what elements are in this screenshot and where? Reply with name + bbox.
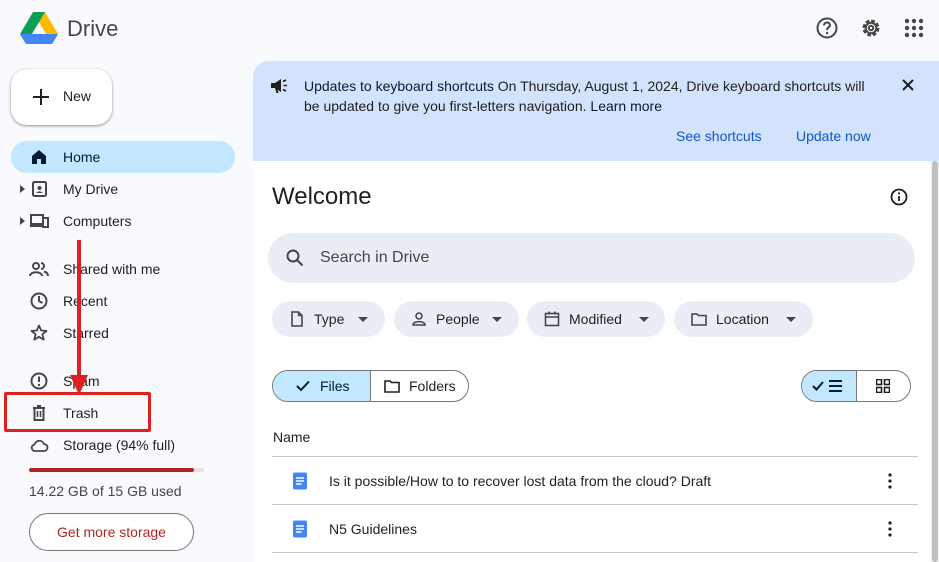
- file-icon: [291, 311, 303, 327]
- filter-label: People: [436, 311, 480, 327]
- plus-icon: [33, 89, 49, 105]
- learn-more-link[interactable]: Learn more: [590, 98, 662, 114]
- home-icon: [32, 150, 46, 164]
- docs-icon: [293, 520, 307, 538]
- storage-used-text: 14.22 GB of 15 GB used: [29, 483, 182, 499]
- chevron-down-icon: [492, 317, 502, 322]
- column-header-name[interactable]: Name: [273, 429, 310, 445]
- more-vert-icon[interactable]: [888, 521, 892, 537]
- banner-title: Updates to keyboard shortcuts: [304, 78, 494, 94]
- clock-icon: [30, 292, 48, 310]
- top-bar: Drive: [0, 0, 939, 60]
- megaphone-icon: [271, 79, 287, 93]
- filter-location-chip[interactable]: Location: [674, 301, 813, 337]
- file-row[interactable]: Is it possible/How to to recover lost da…: [272, 456, 918, 504]
- drive-app: Drive New Home My Drive Computers Shared…: [0, 0, 939, 562]
- new-button-label: New: [63, 88, 92, 104]
- file-row[interactable]: N5 Guidelines: [272, 504, 918, 552]
- scrollbar-thumb[interactable]: [932, 161, 938, 562]
- brand-name: Drive: [67, 16, 119, 41]
- filter-label: Type: [314, 311, 345, 327]
- sidebar-item-shared-with-me[interactable]: Shared with me: [11, 253, 235, 285]
- sidebar-item-label: My Drive: [63, 181, 119, 197]
- list-view-button[interactable]: [802, 371, 857, 401]
- drive-logo-icon[interactable]: [20, 12, 58, 46]
- help-icon[interactable]: [816, 17, 838, 39]
- more-vert-icon[interactable]: [888, 473, 892, 489]
- filter-label: Location: [716, 311, 769, 327]
- my-drive-icon: [32, 181, 47, 197]
- sidebar-item-recent[interactable]: Recent: [11, 285, 235, 317]
- cloud-icon: [30, 439, 49, 452]
- search-icon: [286, 249, 304, 267]
- list-view-icon: [812, 380, 842, 392]
- storage-usage-fill: [29, 468, 194, 472]
- new-button[interactable]: New: [11, 69, 112, 125]
- filter-type-chip[interactable]: Type: [272, 301, 385, 337]
- settings-gear-icon[interactable]: [860, 17, 882, 39]
- sidebar-item-label: Storage (94% full): [63, 437, 176, 453]
- calendar-icon: [544, 311, 560, 327]
- folder-icon: [691, 313, 707, 326]
- sidebar-item-home[interactable]: Home: [11, 141, 235, 173]
- get-more-storage-button[interactable]: Get more storage: [29, 513, 194, 551]
- update-now-button[interactable]: Update now: [796, 128, 871, 144]
- main-panel: Updates to keyboard shortcuts On Thursda…: [253, 61, 939, 562]
- info-icon[interactable]: [890, 188, 908, 206]
- file-name: N5 Guidelines: [329, 521, 417, 537]
- file-name: Is it possible/How to to recover lost da…: [329, 473, 712, 489]
- people-icon: [29, 262, 49, 277]
- sidebar-item-starred[interactable]: Starred: [11, 317, 235, 349]
- files-label: Files: [320, 378, 350, 394]
- search-bar[interactable]: Search in Drive: [268, 233, 915, 283]
- expand-caret-icon[interactable]: [20, 185, 25, 193]
- chevron-down-icon: [786, 317, 796, 322]
- shortcuts-banner: Updates to keyboard shortcuts On Thursda…: [253, 61, 939, 161]
- computers-icon: [30, 214, 49, 228]
- banner-message: Updates to keyboard shortcuts On Thursda…: [304, 76, 869, 116]
- filter-label: Modified: [569, 311, 622, 327]
- storage-usage-bar: [29, 468, 204, 472]
- files-folders-toggle: Files Folders: [272, 370, 469, 402]
- star-icon: [30, 324, 48, 341]
- person-icon: [412, 312, 426, 326]
- grid-view-icon: [876, 379, 890, 393]
- page-title: Welcome: [272, 183, 372, 210]
- sidebar-item-storage[interactable]: Storage (94% full): [11, 429, 235, 461]
- view-toggle: [801, 370, 911, 402]
- sidebar-item-label: Home: [63, 149, 101, 165]
- table-divider: [272, 552, 918, 562]
- folders-segment[interactable]: Folders: [371, 371, 468, 401]
- google-apps-icon[interactable]: [903, 17, 925, 39]
- spam-icon: [30, 372, 48, 390]
- chevron-down-icon: [639, 317, 649, 322]
- sidebar-item-computers[interactable]: Computers: [11, 205, 235, 237]
- filter-people-chip[interactable]: People: [394, 301, 519, 337]
- annotation-highlight-box: [4, 392, 151, 432]
- sidebar-item-my-drive[interactable]: My Drive: [11, 173, 235, 205]
- filter-modified-chip[interactable]: Modified: [527, 301, 665, 337]
- annotation-arrow: [70, 240, 88, 395]
- close-icon[interactable]: [900, 77, 916, 93]
- expand-caret-icon[interactable]: [20, 217, 25, 225]
- folders-label: Folders: [409, 378, 456, 394]
- check-icon: [296, 380, 310, 392]
- search-placeholder: Search in Drive: [320, 249, 430, 266]
- folder-icon: [384, 380, 400, 393]
- docs-icon: [293, 472, 307, 490]
- sidebar-item-label: Computers: [63, 213, 132, 229]
- chevron-down-icon: [358, 317, 368, 322]
- see-shortcuts-button[interactable]: See shortcuts: [676, 128, 762, 144]
- files-segment[interactable]: Files: [273, 371, 371, 401]
